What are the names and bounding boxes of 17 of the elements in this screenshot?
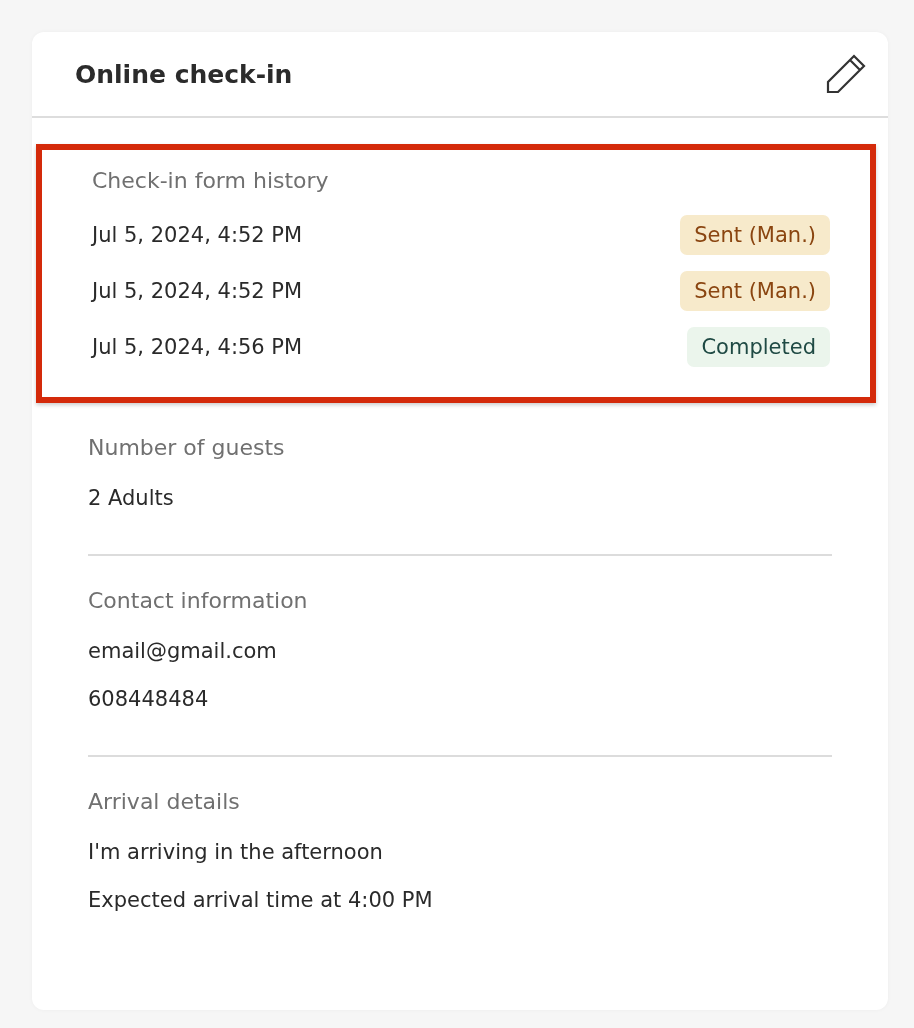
status-badge: Sent (Man.) xyxy=(680,215,830,255)
section-value: 2 Adults xyxy=(88,485,175,512)
section-label: Contact information xyxy=(88,588,309,613)
section-value: 608448484 xyxy=(88,686,210,713)
status-badge: Completed xyxy=(687,327,830,367)
card-title: Online check-in xyxy=(75,59,293,89)
edit-icon[interactable] xyxy=(826,54,868,94)
section-value: email@gmail.com xyxy=(88,638,278,665)
section-label: Number of guests xyxy=(88,435,286,460)
history-date: Jul 5, 2024, 4:52 PM xyxy=(92,223,303,247)
section-value: I'm arriving in the afternoon xyxy=(88,839,384,866)
section-label: Arrival details xyxy=(88,789,241,814)
history-date: Jul 5, 2024, 4:56 PM xyxy=(92,335,303,359)
section-value: Expected arrival time at 4:00 PM xyxy=(88,887,434,914)
history-date: Jul 5, 2024, 4:52 PM xyxy=(92,279,303,303)
status-badge: Sent (Man.) xyxy=(680,271,830,311)
section-label: Check-in form history xyxy=(92,168,330,193)
